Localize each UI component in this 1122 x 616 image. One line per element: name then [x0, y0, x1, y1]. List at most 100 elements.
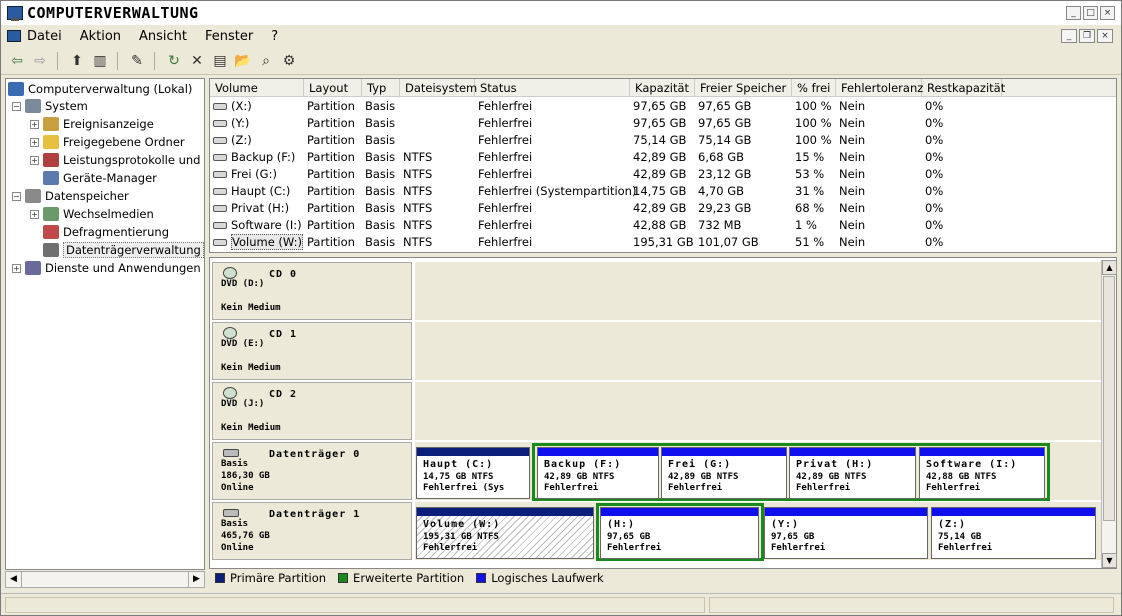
partition-color-bar — [538, 448, 658, 456]
disk-label[interactable]: CD 1 DVD (E:) Kein Medium — [212, 322, 412, 380]
table-row[interactable]: Backup (F:) Partition Basis NTFS Fehlerfrei 4… — [210, 149, 1116, 166]
cell-typ: Basis — [365, 184, 396, 198]
cell-layout: Partition — [307, 133, 355, 147]
collapse-toggle[interactable]: − — [12, 101, 21, 111]
document-icon[interactable] — [7, 30, 21, 42]
table-row[interactable]: Privat (H:) Partition Basis NTFS Fehlerfrei 4… — [210, 200, 1116, 217]
disk-label[interactable]: CD 2 DVD (J:) Kein Medium — [212, 382, 412, 440]
column-header[interactable]: Volume — [210, 79, 304, 97]
delete-icon[interactable]: ✕ — [187, 51, 207, 71]
cell-fehler: Nein — [839, 201, 866, 215]
column-header[interactable]: Restkapazität — [922, 79, 1005, 97]
properties2-icon[interactable]: ▤ — [210, 51, 230, 71]
scroll-thumb[interactable] — [1103, 276, 1115, 521]
tree-item-wechselmedien[interactable]: + Wechselmedien — [30, 205, 154, 223]
menu-datei[interactable]: Datei — [27, 29, 62, 44]
partition-block[interactable]: (H:) 97,65 GB Fehlerfrei — [600, 507, 759, 559]
tree-item-dienste[interactable]: + Dienste und Anwendungen — [12, 259, 201, 277]
table-row[interactable]: Software (I:) Partition Basis NTFS Fehlerfre… — [210, 217, 1116, 234]
hard-disk-icon — [223, 509, 239, 517]
tree-horizontal-scrollbar[interactable]: ◀ ▶ — [5, 571, 205, 588]
maximize-button[interactable]: □ — [1083, 6, 1098, 20]
column-header[interactable]: Freier Speicher — [695, 79, 792, 97]
partition-t2: 42,89 GB NTFS — [796, 472, 867, 482]
partition-block[interactable]: (Y:) 97,65 GB Fehlerfrei — [764, 507, 928, 559]
graph-vertical-scrollbar[interactable]: ▲ ▼ — [1101, 260, 1117, 568]
disk-label[interactable]: Datenträger 1 Basis 465,76 GB Online — [212, 502, 412, 560]
expand-toggle[interactable]: + — [30, 155, 39, 165]
expand-toggle[interactable]: + — [12, 263, 21, 273]
partition-block[interactable]: Volume (W:) 195,31 GB NTFS Fehlerfrei — [416, 507, 594, 559]
partition-block[interactable]: Software (I:) 42,88 GB NTFS Fehlerfrei — [919, 447, 1045, 499]
tree-item-datenspeicher[interactable]: − Datenspeicher — [12, 187, 129, 205]
cell-typ: Basis — [365, 218, 396, 232]
scroll-right-button[interactable]: ▶ — [188, 572, 204, 587]
minimize-button[interactable]: _ — [1066, 6, 1081, 20]
forward-icon[interactable]: ⇨ — [30, 51, 50, 71]
tree-item-freigegebene-ordner[interactable]: + Freigegebene Ordner — [30, 133, 185, 151]
partition-t2: 42,89 GB NTFS — [668, 472, 739, 482]
tree-item-system[interactable]: − System — [12, 97, 88, 115]
scroll-up-button[interactable]: ▲ — [1102, 260, 1117, 275]
collapse-toggle[interactable]: − — [12, 191, 21, 201]
tree-item-defragmentierung[interactable]: Defragmentierung — [43, 223, 169, 241]
column-header[interactable]: Fehlertoleranz — [836, 79, 923, 97]
partition-block[interactable]: (Z:) 75,14 GB Fehlerfrei — [931, 507, 1096, 559]
menu-help[interactable]: ? — [271, 29, 278, 44]
title-bar: COMPUTERVERWALTUNG _ □ × — [1, 1, 1121, 25]
cell-fs: NTFS — [403, 201, 433, 215]
show-hide-tree-icon[interactable]: ▥ — [90, 51, 110, 71]
partition-block[interactable]: Privat (H:) 42,89 GB NTFS Fehlerfrei — [789, 447, 916, 499]
open-folder-icon[interactable]: 📂 — [233, 51, 253, 71]
tree-item-datentraegerverwaltung[interactable]: Datenträgerverwaltung — [43, 241, 204, 259]
child-close-button[interactable]: × — [1097, 29, 1113, 43]
column-header[interactable]: Typ — [362, 79, 400, 97]
expand-toggle[interactable]: + — [30, 119, 39, 129]
scroll-down-button[interactable]: ▼ — [1102, 553, 1117, 568]
menu-ansicht[interactable]: Ansicht — [139, 29, 187, 44]
column-header[interactable]: Status — [475, 79, 630, 97]
up-folder-icon[interactable]: ⬆ — [67, 51, 87, 71]
computer-icon — [8, 82, 24, 96]
column-header[interactable]: Dateisystem — [400, 79, 477, 97]
partition-t3: Fehlerfrei — [544, 483, 599, 493]
column-header[interactable]: Kapazität — [630, 79, 695, 97]
table-row[interactable]: Haupt (C:) Partition Basis NTFS Fehlerfrei (… — [210, 183, 1116, 200]
table-row[interactable]: (Z:) Partition Basis Fehlerfrei 75,14 GB 75,1… — [210, 132, 1116, 149]
tree-item-leistungsprotokolle[interactable]: + Leistungsprotokolle und Wa — [30, 151, 204, 169]
close-button[interactable]: × — [1100, 6, 1115, 20]
search-icon[interactable]: ⌕ — [256, 51, 276, 71]
expand-toggle[interactable]: + — [30, 209, 39, 219]
column-header[interactable]: Layout — [304, 79, 362, 97]
partition-block[interactable]: Haupt (C:) 14,75 GB NTFS Fehlerfrei (Sys — [416, 447, 530, 499]
table-row[interactable]: Volume (W:) Partition Basis NTFS Fehlerfrei 1… — [210, 234, 1116, 251]
table-row[interactable]: (Y:) Partition Basis Fehlerfrei 97,65 GB 97,6… — [210, 115, 1116, 132]
partition-block[interactable]: Frei (G:) 42,89 GB NTFS Fehlerfrei — [661, 447, 787, 499]
cell-fs — [400, 98, 475, 115]
child-minimize-button[interactable]: _ — [1061, 29, 1077, 43]
table-row[interactable]: (X:) Partition Basis Fehlerfrei 97,65 GB 97,6… — [210, 98, 1116, 115]
properties-icon[interactable]: ✎ — [127, 51, 147, 71]
menu-bar: Datei Aktion Ansicht Fenster ? _ ❐ × — [1, 25, 1121, 47]
disk-label[interactable]: Datenträger 0 Basis 186,30 GB Online — [212, 442, 412, 500]
disk-graphical-view: CD 0 DVD (D:) Kein Medium CD 1 DVD (E:) Kein … — [209, 257, 1117, 569]
scroll-left-button[interactable]: ◀ — [6, 572, 22, 587]
back-icon[interactable]: ⇦ — [7, 51, 27, 71]
column-header[interactable]: % frei — [792, 79, 836, 97]
disk-label[interactable]: CD 0 DVD (D:) Kein Medium — [212, 262, 412, 320]
settings-icon[interactable]: ⚙ — [279, 51, 299, 71]
cell-pct: 15 % — [795, 150, 825, 164]
volume-icon — [213, 137, 227, 144]
child-restore-button[interactable]: ❐ — [1079, 29, 1095, 43]
disk-status: Kein Medium — [221, 363, 281, 373]
tree-item-root[interactable]: Computerverwaltung (Lokal) — [8, 80, 192, 98]
menu-fenster[interactable]: Fenster — [205, 29, 253, 44]
cell-rest: 0% — [925, 218, 944, 232]
refresh-icon[interactable]: ↻ — [164, 51, 184, 71]
tree-item-ereignisanzeige[interactable]: + Ereignisanzeige — [30, 115, 154, 133]
tree-item-geraete-manager[interactable]: Geräte-Manager — [43, 169, 157, 187]
menu-aktion[interactable]: Aktion — [80, 29, 121, 44]
expand-toggle[interactable]: + — [30, 137, 39, 147]
table-row[interactable]: Frei (G:) Partition Basis NTFS Fehlerfrei 42,… — [210, 166, 1116, 183]
partition-block[interactable]: Backup (F:) 42,89 GB NTFS Fehlerfrei — [537, 447, 659, 499]
